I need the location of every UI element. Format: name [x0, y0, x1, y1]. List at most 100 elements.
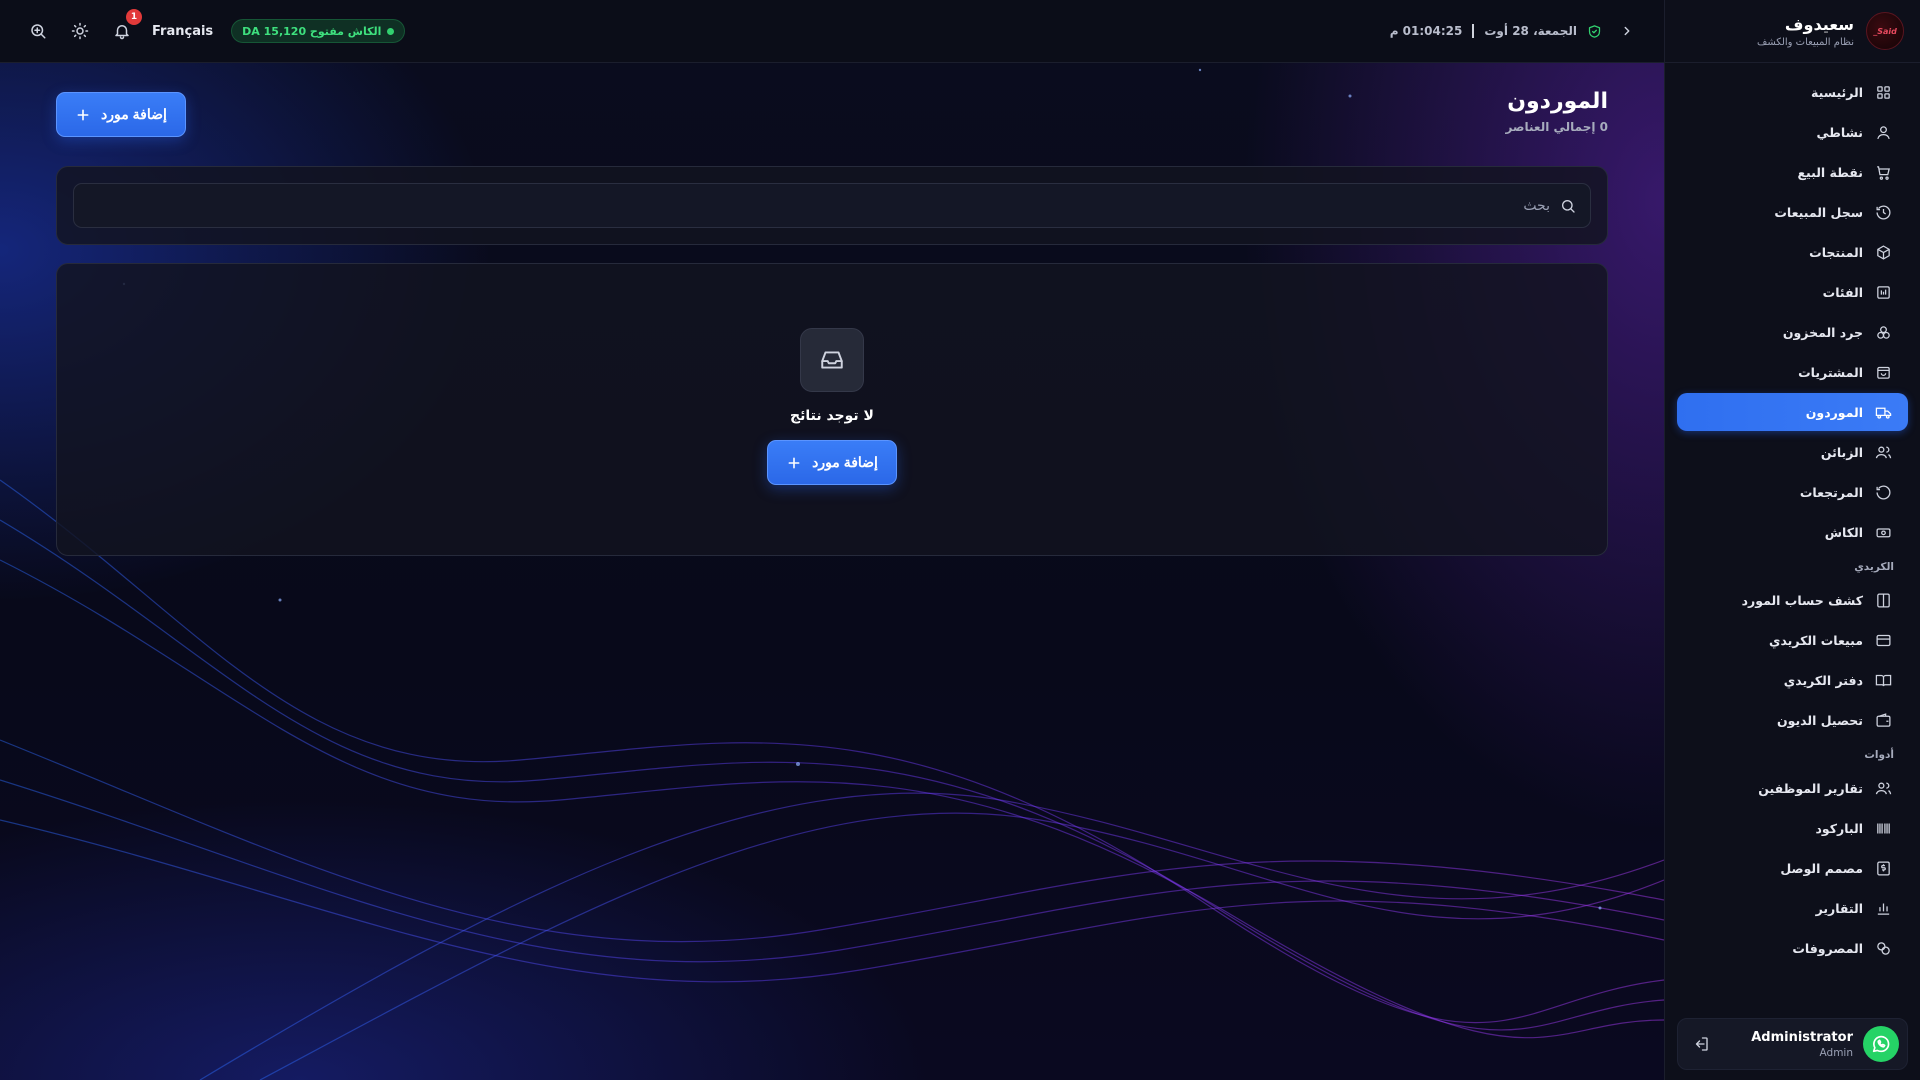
sidebar-item-stock-count[interactable]: جرد المخزون — [1677, 313, 1908, 351]
sidebar-item-purchases[interactable]: المشتريات — [1677, 353, 1908, 391]
zoom-button[interactable] — [26, 19, 50, 43]
sidebar-item-receipt-designer[interactable]: مصمم الوصل — [1677, 849, 1908, 887]
shield-check-icon — [1588, 24, 1601, 38]
brand-logo-text: Said_ — [1873, 26, 1897, 36]
box-icon — [1877, 244, 1890, 260]
sidebar-item-employee-reports[interactable]: تقارير الموظفين — [1677, 769, 1908, 807]
datetime: الجمعة، 28 أوت 01:04:25 م — [1390, 24, 1602, 39]
truck-icon — [1875, 407, 1892, 419]
page-header: الموردون 0 إجمالي العناصر — [1505, 89, 1608, 134]
search-icon — [1562, 199, 1575, 213]
total-items-count: 0 إجمالي العناصر — [1505, 120, 1608, 134]
sidebar-item-label: دفتر الكريدي — [1783, 672, 1863, 688]
brand-text: سعيدوف نظام المبيعات والكشف — [1757, 15, 1854, 48]
zoom-in-icon — [31, 24, 46, 39]
user-card: Administrator Admin — [1677, 1018, 1908, 1070]
sidebar-item-reports[interactable]: التقارير — [1677, 889, 1908, 927]
search-card — [56, 166, 1608, 245]
sidebar-section-tools: أدوات — [1864, 749, 1894, 761]
sidebar-item-label: الباركود — [1815, 820, 1864, 836]
date-text: الجمعة، 28 أوت — [1484, 24, 1577, 38]
inbox-icon — [821, 351, 843, 369]
sidebar-item-suppliers[interactable]: الموردون — [1677, 393, 1908, 431]
page-title: الموردون — [1507, 89, 1608, 114]
topbar: الجمعة، 28 أوت 01:04:25 م الكاش مفتوح DA… — [0, 0, 1664, 63]
brand-logo: Said_ — [1866, 12, 1904, 50]
notifications-button[interactable]: 1 — [110, 9, 142, 43]
team-icon — [1875, 782, 1892, 794]
sidebar-item-categories[interactable]: الفئات — [1677, 273, 1908, 311]
sidebar-item-products[interactable]: المنتجات — [1677, 233, 1908, 271]
sidebar-item-pos[interactable]: نقطة البيع — [1677, 153, 1908, 191]
sidebar: Said_ سعيدوف نظام المبيعات والكشف الرئيس… — [1664, 0, 1920, 1080]
sidebar-item-returns[interactable]: المرتجعات — [1677, 473, 1908, 511]
sidebar-item-label: الرئيسية — [1811, 84, 1863, 100]
sidebar-item-home[interactable]: الرئيسية — [1677, 73, 1908, 111]
grid-icon — [1877, 85, 1890, 99]
brand: Said_ سعيدوف نظام المبيعات والكشف — [1665, 0, 1920, 63]
sidebar-item-label: الزبائن — [1820, 444, 1863, 460]
sidebar-item-label: نشاطي — [1816, 124, 1863, 140]
collapse-sidebar-button[interactable] — [1616, 20, 1638, 42]
sidebar-item-expenses[interactable]: المصروفات — [1677, 929, 1908, 967]
sidebar-item-customers[interactable]: الزبائن — [1677, 433, 1908, 471]
sidebar-item-barcode[interactable]: الباركود — [1677, 809, 1908, 847]
separator — [1472, 24, 1475, 38]
plus-icon — [77, 109, 89, 120]
whatsapp-button[interactable] — [1863, 1026, 1899, 1062]
logout-button[interactable] — [1686, 1029, 1716, 1059]
theme-toggle-button[interactable] — [68, 19, 92, 43]
topbar-left: الكاش مفتوح DA 15,120 Français 1 — [26, 9, 406, 43]
shopping-bag-icon — [1877, 366, 1890, 379]
sidebar-item-label: المنتجات — [1809, 244, 1863, 260]
language-switch[interactable]: Français — [152, 24, 213, 39]
status-dot — [387, 27, 395, 35]
bell-icon — [115, 25, 129, 40]
whatsapp-icon — [1872, 1035, 1890, 1053]
stock-icon — [1877, 325, 1890, 339]
empty-add-supplier-button[interactable]: إضافة مورد — [767, 440, 897, 485]
search-input[interactable] — [88, 197, 1550, 214]
sidebar-item-credit-ledger[interactable]: دفتر الكريدي — [1677, 661, 1908, 699]
sidebar-item-label: المشتريات — [1798, 364, 1863, 380]
search-box — [73, 183, 1591, 228]
sidebar-item-supplier-statement[interactable]: كشف حساب المورد — [1677, 581, 1908, 619]
sidebar-item-debt-collection[interactable]: تحصيل الديون — [1677, 701, 1908, 739]
sidebar-item-label: التقارير — [1815, 900, 1863, 916]
cash-badge-text: الكاش مفتوح DA 15,120 — [242, 24, 382, 38]
sidebar-item-cash[interactable]: الكاش — [1677, 513, 1908, 551]
book-open-icon — [1875, 674, 1892, 686]
cash-status-badge[interactable]: الكاش مفتوح DA 15,120 — [231, 19, 406, 43]
add-supplier-label: إضافة مورد — [101, 106, 167, 122]
sidebar-item-label: الموردون — [1805, 404, 1863, 420]
user-info: Administrator Admin — [1726, 1030, 1853, 1059]
brand-subtitle: نظام المبيعات والكشف — [1757, 36, 1854, 48]
history-icon — [1876, 204, 1891, 220]
wallet-icon — [1876, 712, 1891, 727]
empty-state-text: لا توجد نتائج — [790, 408, 874, 424]
sidebar-nav: الرئيسية نشاطي نقطة البيع سجل المبيعات ا… — [1665, 63, 1920, 967]
user-role: Admin — [1819, 1046, 1853, 1059]
logout-icon — [1695, 1037, 1708, 1051]
empty-state-icon — [800, 328, 864, 392]
barcode-icon — [1877, 823, 1890, 833]
sidebar-item-credit-sales[interactable]: مبيعات الكريدي — [1677, 621, 1908, 659]
sidebar-item-label: تقارير الموظفين — [1758, 780, 1863, 796]
sidebar-item-sales-history[interactable]: سجل المبيعات — [1677, 193, 1908, 231]
chevron-left-icon — [1624, 26, 1630, 36]
return-icon — [1876, 484, 1891, 500]
sidebar-item-label: تحصيل الديون — [1776, 712, 1863, 728]
cart-icon — [1877, 165, 1890, 180]
sidebar-item-label: كشف حساب المورد — [1741, 592, 1863, 608]
plus-icon — [788, 457, 800, 468]
sidebar-item-label: نقطة البيع — [1797, 164, 1863, 180]
sidebar-item-label: المصروفات — [1792, 940, 1863, 956]
sidebar-item-my-activity[interactable]: نشاطي — [1677, 113, 1908, 151]
sidebar-item-label: جرد المخزون — [1782, 324, 1863, 340]
user-icon — [1877, 125, 1890, 139]
book-icon — [1877, 592, 1890, 608]
empty-add-supplier-label: إضافة مورد — [812, 454, 878, 470]
sidebar-item-label: سجل المبيعات — [1774, 204, 1863, 220]
card-icon — [1876, 634, 1891, 646]
add-supplier-button[interactable]: إضافة مورد — [56, 92, 186, 137]
